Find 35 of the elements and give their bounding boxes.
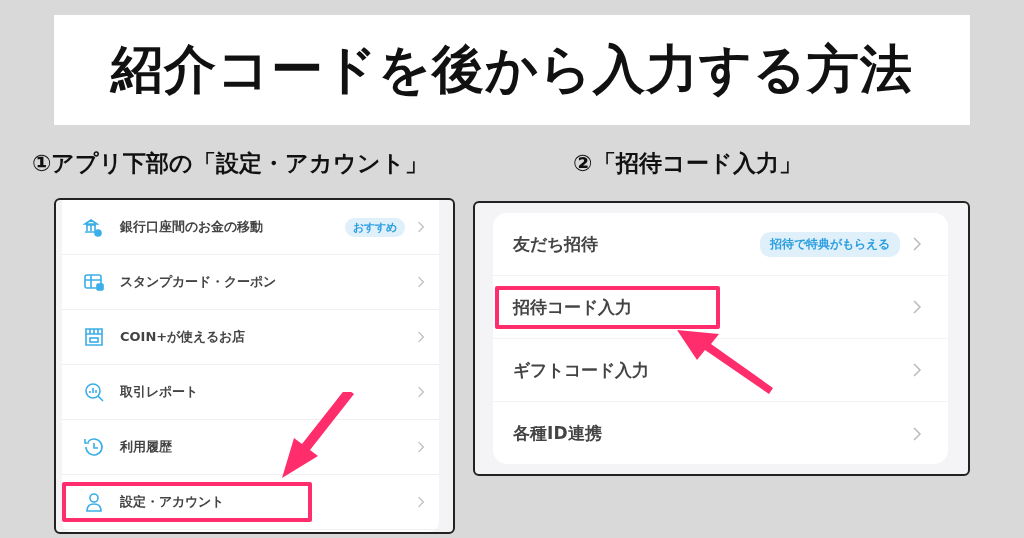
menu-item[interactable]: 設定・アカウント [62,475,440,530]
history-icon [82,435,106,459]
menu-label: 銀行口座間のお金の移動 [120,218,263,236]
chevron-icon [417,495,426,509]
page-title: 紹介コードを後から入力する方法 [111,38,913,101]
chevron-icon [912,361,922,379]
chevron-icon [417,385,426,399]
menu-item[interactable]: 友だち招待 招待で特典がもらえる [493,213,948,276]
chevron-icon [912,424,922,443]
menu-label: COIN+が使えるお店 [120,328,246,346]
menu-label: ギフトコード入力 [513,358,650,382]
chart-search-icon [82,380,106,404]
menu-item[interactable]: COIN+が使えるお店 [62,310,440,365]
chevron-icon [912,235,922,253]
step-label: ②「招待コード入力」 [573,149,803,178]
chevron-icon [417,440,426,454]
menu-item[interactable]: 銀行口座間のお金の移動 おすすめ [62,200,440,255]
benefit-badge: 招待で特典がもらえる [760,231,900,257]
chevron-icon [912,298,922,316]
chevron-icon [417,330,426,344]
shop-icon [82,325,106,349]
menu-label: 設定・アカウント [120,493,224,511]
chevron-icon [417,275,426,289]
menu-item[interactable]: 各種ID連携 [493,402,948,465]
chevron-icon [417,220,426,234]
menu-label: スタンプカード・クーポン [120,273,276,291]
recommend-badge: おすすめ [345,217,406,237]
menu-item[interactable]: スタンプカード・クーポン [62,255,440,310]
menu-label: 各種ID連携 [513,422,602,445]
menu-label: 取引レポート [120,383,198,401]
menu-label: 招待コード入力 [513,295,633,319]
step-label: ①アプリ下部の「設定・アカウント」 [32,149,430,178]
menu-label: 友だち招待 [513,232,599,256]
menu-item[interactable]: 招待コード入力 [493,276,948,339]
menu-label: 利用履歴 [120,438,172,456]
